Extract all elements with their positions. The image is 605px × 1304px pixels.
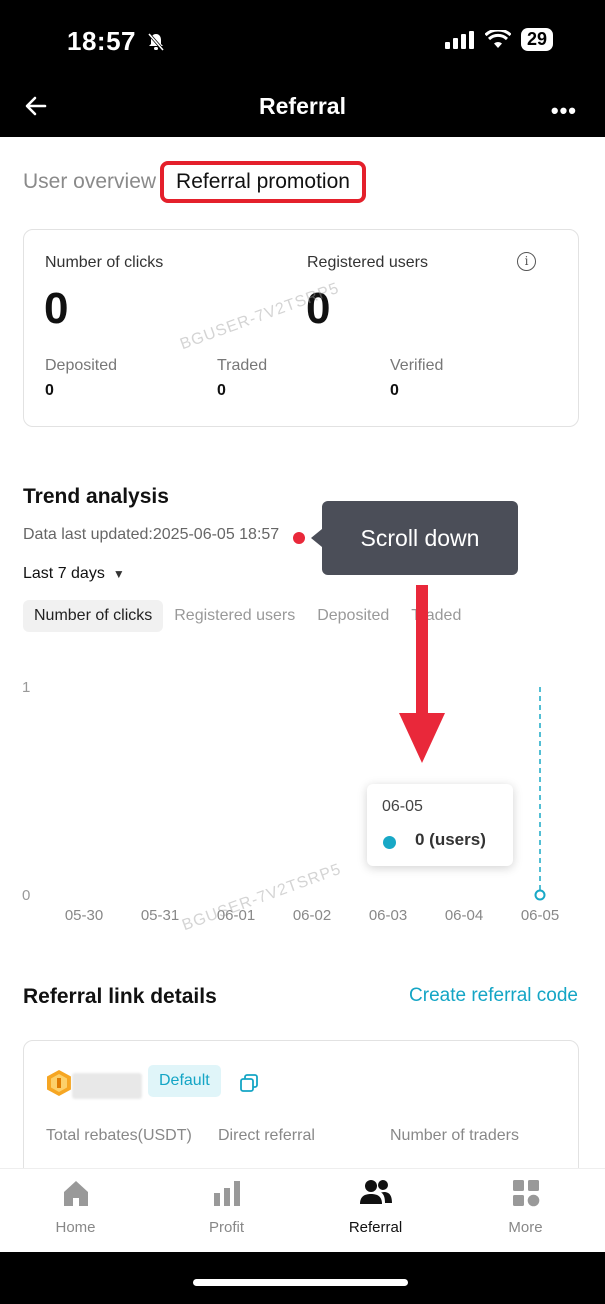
tab-referral-promotion[interactable]: Referral promotion (160, 161, 366, 203)
bottom-nav: Home Profit Referral More (0, 1168, 605, 1252)
status-time: 18:57 (67, 26, 166, 57)
arrow-down-icon (399, 585, 445, 763)
home-indicator[interactable] (193, 1279, 408, 1286)
status-bar: 18:57 29 (0, 0, 605, 82)
clicks-value: 0 (44, 284, 69, 333)
nav-bar: Referral ••• (0, 82, 605, 137)
create-referral-code-link[interactable]: Create referral code (409, 985, 578, 1007)
deposited-value: 0 (45, 382, 54, 399)
popup-value: 0 (users) (415, 830, 486, 849)
page-title: Referral (259, 93, 346, 119)
popup-date: 06-05 (382, 798, 423, 815)
stats-card: Number of clicks 0 Registered users 0 i … (23, 229, 579, 427)
chart-point-popup: 06-05 0 (users) (367, 784, 513, 866)
registered-label: Registered users (307, 254, 428, 271)
verified-value: 0 (390, 382, 399, 399)
series-dot-icon (383, 836, 396, 849)
more-options-button[interactable]: ••• (551, 98, 577, 124)
caret-down-icon: ▼ (112, 567, 125, 581)
total-rebates-label: Total rebates(USDT) (46, 1127, 192, 1144)
bar-chart-icon (213, 1181, 240, 1206)
main-content[interactable]: User overview Referral promotion Number … (0, 137, 605, 1168)
metric-tab-registered[interactable]: Registered users (163, 600, 306, 632)
home-icon (63, 1181, 88, 1206)
status-indicators: 29 (444, 28, 553, 51)
data-point (534, 889, 546, 901)
info-icon[interactable]: i (517, 252, 536, 271)
deposited-label: Deposited (45, 357, 118, 374)
wifi-icon (484, 29, 511, 48)
metric-tab-clicks[interactable]: Number of clicks (23, 600, 164, 632)
last-updated: Data last updated:2025-06-05 18:57 (23, 526, 280, 543)
y-tick-label: 0 (22, 887, 30, 904)
users-icon (359, 1180, 392, 1204)
tooltip-arrow (311, 529, 322, 547)
clicks-label: Number of clicks (45, 254, 164, 271)
home-label: Home (55, 1219, 96, 1236)
range-label: Last 7 days (23, 565, 105, 582)
bell-muted-icon (147, 33, 164, 51)
annotation-dot (293, 532, 305, 544)
x-tick-label: 06-05 (521, 907, 559, 924)
x-tick-label: 06-03 (369, 907, 407, 924)
more-label: More (508, 1219, 543, 1236)
cellular-signal-icon (444, 30, 474, 49)
copy-icon[interactable] (240, 1074, 258, 1092)
battery-indicator: 29 (520, 28, 553, 51)
metric-tab-deposited[interactable]: Deposited (306, 600, 400, 632)
scroll-tooltip: Scroll down (322, 501, 518, 575)
grid-icon (512, 1180, 539, 1207)
default-badge: Default (148, 1065, 221, 1097)
x-tick-label: 05-31 (141, 907, 179, 924)
referral-label: Referral (348, 1219, 403, 1236)
range-selector[interactable]: Last 7 days ▼ (23, 565, 125, 583)
x-tick-label: 05-30 (65, 907, 103, 924)
referral-code-redacted (72, 1073, 142, 1099)
tab-user-overview[interactable]: User overview (23, 170, 156, 194)
profit-label: Profit (208, 1219, 244, 1236)
verified-label: Verified (390, 357, 444, 374)
traded-value: 0 (217, 382, 226, 399)
referral-link-card[interactable]: Default Total rebates(USDT) Direct refer… (23, 1040, 579, 1168)
x-tick-label: 06-02 (293, 907, 331, 924)
coin-badge-icon (47, 1070, 71, 1096)
trend-title: Trend analysis (23, 485, 169, 508)
direct-referral-label: Direct referral (218, 1127, 315, 1144)
tab-bar: User overview Referral promotion (23, 161, 366, 203)
traded-label: Traded (217, 357, 268, 374)
number-of-traders-label: Number of traders (390, 1127, 519, 1144)
home-indicator-area (0, 1252, 605, 1304)
y-tick-label: 1 (22, 679, 30, 696)
x-tick-label: 06-04 (445, 907, 483, 924)
referral-title: Referral link details (23, 985, 217, 1008)
